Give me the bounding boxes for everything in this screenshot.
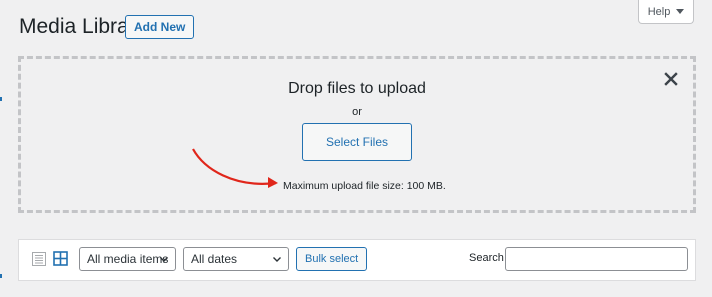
media-type-filter-select[interactable]: All media items: [79, 247, 176, 271]
chevron-down-icon: [273, 257, 281, 262]
edge-mark: [0, 274, 2, 278]
caret-down-icon: [676, 9, 685, 14]
upload-drop-zone[interactable]: Drop files to upload or Select Files Max…: [18, 56, 696, 213]
search-label: Search: [469, 252, 504, 264]
drop-files-title: Drop files to upload: [288, 80, 426, 97]
grid-view-icon[interactable]: [53, 251, 68, 266]
max-upload-size-text: Maximum upload file size: 100 MB.: [283, 180, 446, 192]
select-files-button[interactable]: Select Files: [302, 123, 412, 161]
date-filter-select[interactable]: All dates: [183, 247, 289, 271]
annotation-arrow-icon: [192, 148, 278, 188]
or-text: or: [352, 106, 362, 118]
edge-mark: [0, 97, 2, 101]
date-filter-value: All dates: [191, 252, 238, 266]
list-view-icon[interactable]: [32, 252, 46, 266]
add-new-button[interactable]: Add New: [125, 15, 195, 39]
chevron-down-icon: [160, 257, 168, 262]
search-input[interactable]: [505, 247, 688, 271]
bulk-select-button[interactable]: Bulk select: [296, 247, 368, 271]
media-type-filter-value: All media items: [87, 252, 169, 266]
help-label: Help: [647, 5, 671, 18]
media-toolbar: All media items All dates Bulk select Se…: [18, 239, 696, 281]
help-tab-button[interactable]: Help: [638, 0, 694, 24]
